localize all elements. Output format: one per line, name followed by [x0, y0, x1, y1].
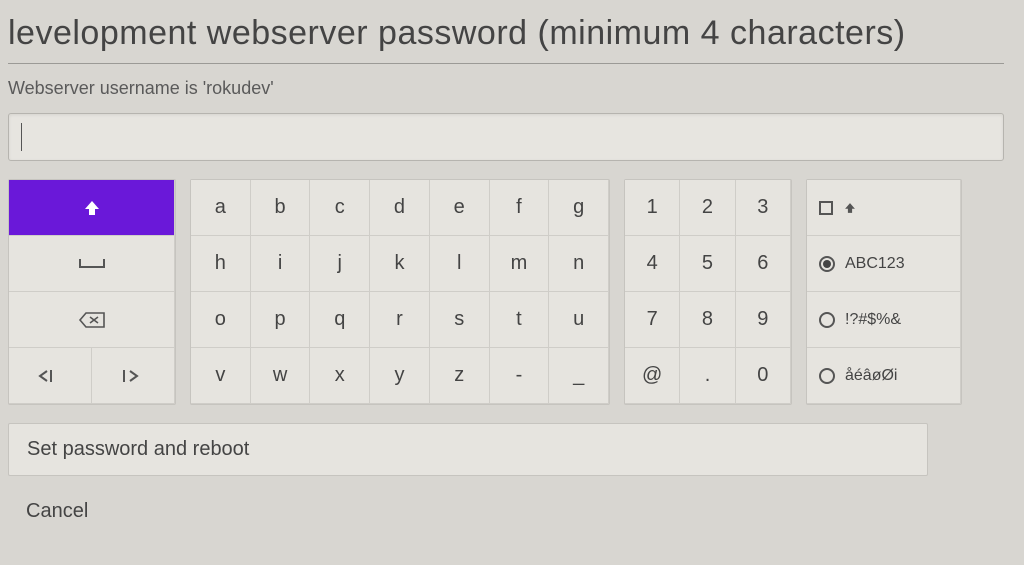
checkbox-icon	[819, 201, 833, 215]
key-7[interactable]: 7	[625, 292, 680, 348]
key-h[interactable]: h	[191, 236, 251, 292]
number-keys-panel: 1 2 3 4 5 6 7 8 9 @ . 0	[624, 179, 792, 405]
key-w[interactable]: w	[251, 348, 311, 404]
key-b[interactable]: b	[251, 180, 311, 236]
key-5[interactable]: 5	[680, 236, 735, 292]
radio-icon	[819, 312, 835, 328]
backspace-key[interactable]	[9, 292, 175, 348]
mode-caps[interactable]	[807, 180, 961, 236]
mode-panel: ABC123 !?#$%& åéâøØi	[806, 179, 962, 405]
key-u[interactable]: u	[549, 292, 609, 348]
username-hint: Webserver username is 'rokudev'	[8, 78, 1004, 99]
key-9[interactable]: 9	[736, 292, 791, 348]
key-t[interactable]: t	[490, 292, 550, 348]
key-f[interactable]: f	[490, 180, 550, 236]
key-n[interactable]: n	[549, 236, 609, 292]
key-8[interactable]: 8	[680, 292, 735, 348]
cursor-right-icon	[92, 348, 174, 403]
key-4[interactable]: 4	[625, 236, 680, 292]
onscreen-keyboard: a b c d e f g h i j k l m n o p q r s t …	[8, 179, 1004, 405]
key-l[interactable]: l	[430, 236, 490, 292]
cursor-right-key[interactable]	[92, 348, 175, 404]
key-1[interactable]: 1	[625, 180, 680, 236]
key-s[interactable]: s	[430, 292, 490, 348]
text-cursor	[21, 123, 22, 151]
mode-intl-label: åéâøØi	[845, 367, 897, 385]
divider	[8, 63, 1004, 64]
key-v[interactable]: v	[191, 348, 251, 404]
password-input[interactable]	[8, 113, 1004, 161]
cursor-left-key[interactable]	[9, 348, 92, 404]
shift-key[interactable]	[9, 180, 175, 236]
cursor-left-icon	[9, 348, 91, 403]
key-k[interactable]: k	[370, 236, 430, 292]
special-keys-panel	[8, 179, 176, 405]
key-2[interactable]: 2	[680, 180, 735, 236]
key-p[interactable]: p	[251, 292, 311, 348]
space-icon	[9, 236, 174, 291]
key-at[interactable]: @	[625, 348, 680, 404]
key-j[interactable]: j	[310, 236, 370, 292]
mode-abc-label: ABC123	[845, 255, 905, 273]
page-title: levelopment webserver password (minimum …	[8, 14, 1004, 53]
backspace-icon	[9, 292, 174, 347]
key-i[interactable]: i	[251, 236, 311, 292]
key-x[interactable]: x	[310, 348, 370, 404]
key-underscore[interactable]: _	[549, 348, 609, 404]
key-y[interactable]: y	[370, 348, 430, 404]
key-q[interactable]: q	[310, 292, 370, 348]
key-e[interactable]: e	[430, 180, 490, 236]
key-3[interactable]: 3	[736, 180, 791, 236]
mode-abc123[interactable]: ABC123	[807, 236, 961, 292]
key-dash[interactable]: -	[490, 348, 550, 404]
key-period[interactable]: .	[680, 348, 735, 404]
key-r[interactable]: r	[370, 292, 430, 348]
key-d[interactable]: d	[370, 180, 430, 236]
key-6[interactable]: 6	[736, 236, 791, 292]
mode-international[interactable]: åéâøØi	[807, 348, 961, 404]
letter-keys-panel: a b c d e f g h i j k l m n o p q r s t …	[190, 179, 610, 405]
radio-selected-icon	[819, 256, 835, 272]
radio-icon	[819, 368, 835, 384]
space-key[interactable]	[9, 236, 175, 292]
arrow-up-icon	[843, 201, 857, 215]
key-0[interactable]: 0	[736, 348, 791, 404]
key-g[interactable]: g	[549, 180, 609, 236]
mode-symbols[interactable]: !?#$%&	[807, 292, 961, 348]
mode-sym-label: !?#$%&	[845, 311, 901, 329]
key-m[interactable]: m	[490, 236, 550, 292]
key-a[interactable]: a	[191, 180, 251, 236]
arrow-up-icon	[9, 180, 174, 235]
key-c[interactable]: c	[310, 180, 370, 236]
cancel-button[interactable]: Cancel	[8, 486, 928, 537]
action-panel: Set password and reboot Cancel	[8, 423, 1004, 537]
set-password-button[interactable]: Set password and reboot	[8, 423, 928, 476]
key-o[interactable]: o	[191, 292, 251, 348]
key-z[interactable]: z	[430, 348, 490, 404]
